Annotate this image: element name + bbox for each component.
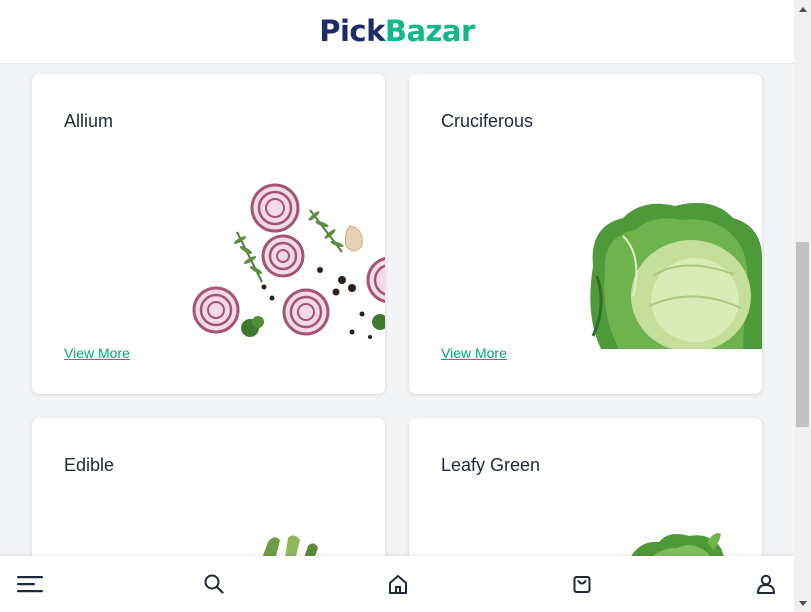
menu-icon[interactable]: [16, 570, 44, 598]
view-more-link[interactable]: View More: [441, 345, 507, 361]
page-viewport: PickBazar Allium View More Cruciferous V…: [0, 0, 794, 612]
search-icon[interactable]: [200, 570, 228, 598]
logo-part-bazar: Bazar: [384, 14, 475, 48]
category-card-leafy-green[interactable]: Leafy Green: [409, 418, 762, 578]
logo-part-pick: Pick: [319, 14, 385, 48]
scrollbar-thumb[interactable]: [796, 242, 809, 427]
site-header: PickBazar: [0, 0, 794, 64]
scroll-up-arrow-icon[interactable]: [794, 0, 811, 17]
onion-rings-image: [192, 183, 385, 339]
category-card-cruciferous[interactable]: Cruciferous View More: [409, 74, 762, 394]
category-title: Cruciferous: [441, 111, 534, 131]
category-card-allium[interactable]: Allium View More: [32, 74, 385, 394]
category-title: Allium: [64, 111, 114, 131]
view-more-link[interactable]: View More: [64, 345, 130, 361]
scroll-down-arrow-icon[interactable]: [794, 595, 811, 612]
vertical-scrollbar[interactable]: [794, 0, 811, 612]
cabbage-image: [590, 202, 762, 349]
bottom-navigation: [0, 556, 794, 612]
home-icon[interactable]: [384, 570, 412, 598]
category-title: Edible: [64, 455, 115, 475]
logo[interactable]: PickBazar: [319, 17, 475, 46]
user-icon[interactable]: [752, 570, 780, 598]
category-title: Leafy Green: [441, 455, 541, 475]
shopping-bag-icon[interactable]: [568, 570, 596, 598]
category-card-edible[interactable]: Edible: [32, 418, 385, 578]
